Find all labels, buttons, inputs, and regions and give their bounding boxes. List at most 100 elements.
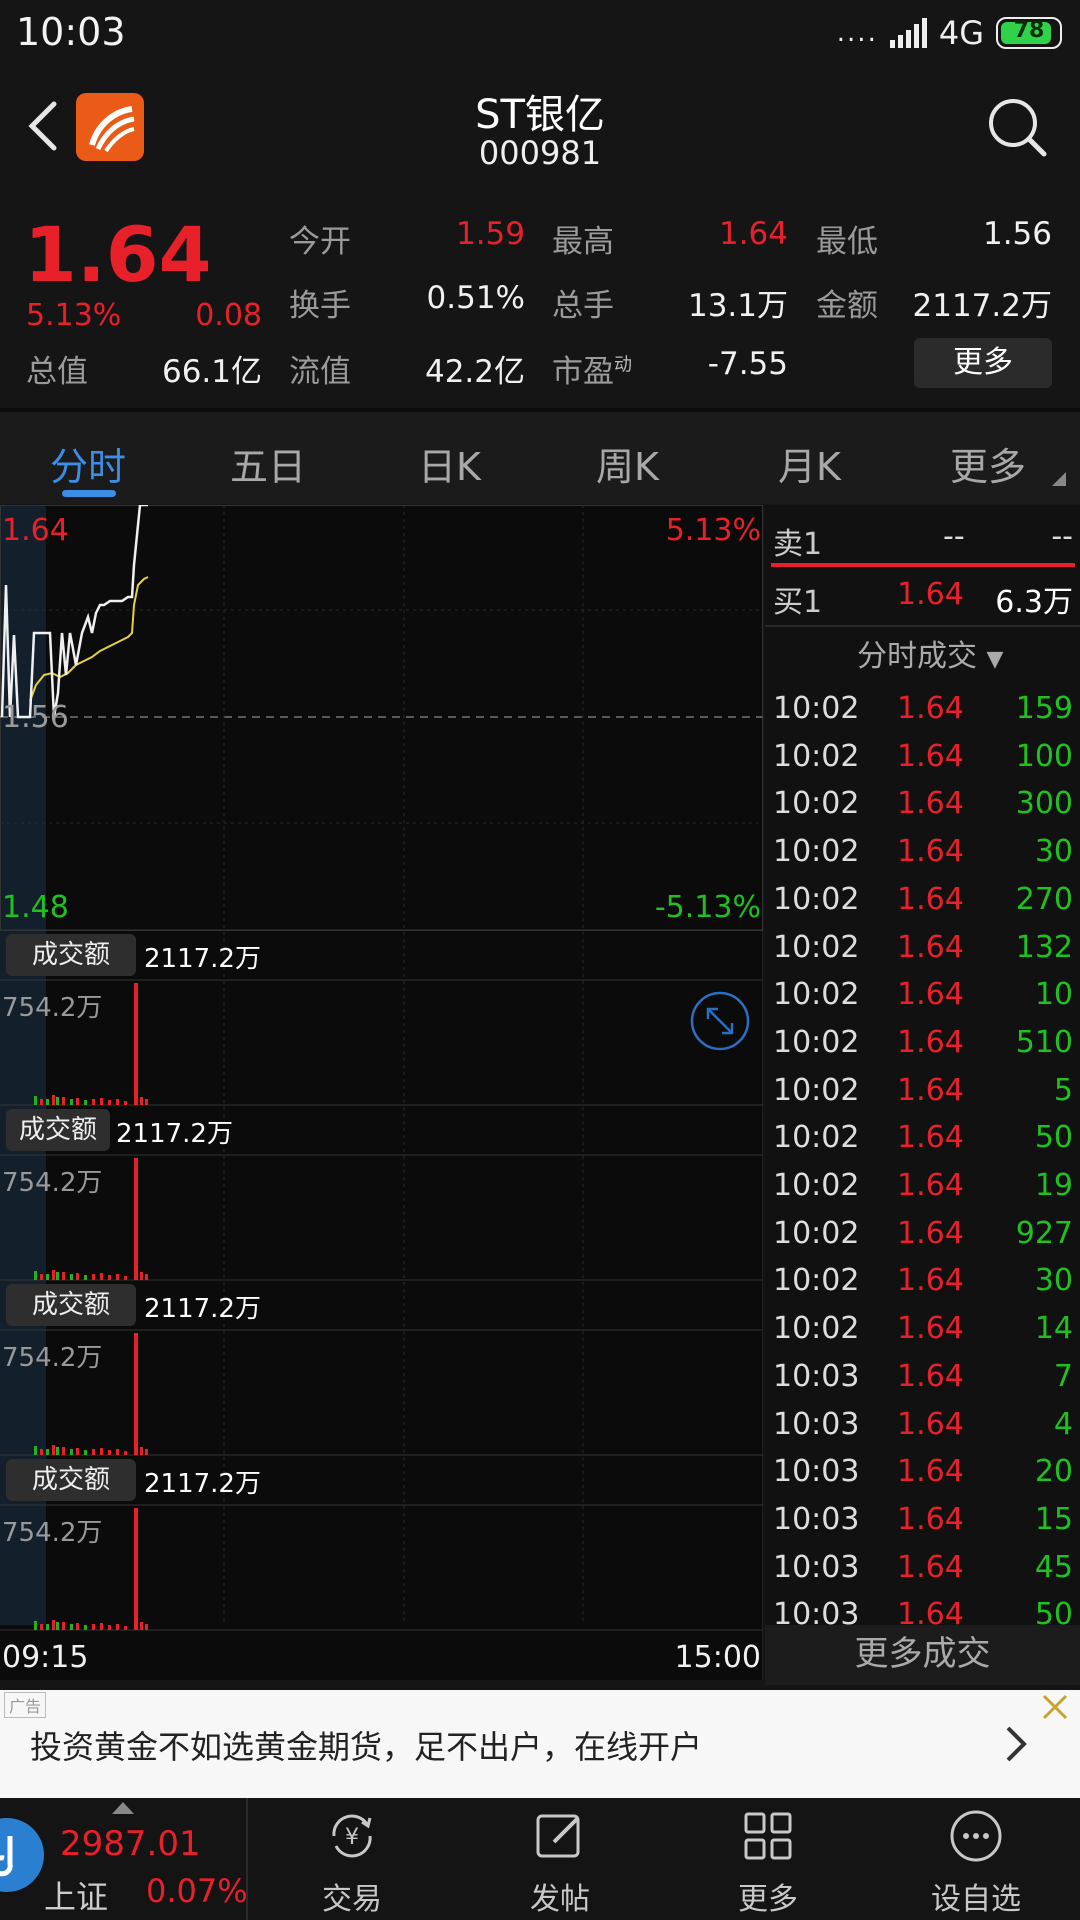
trade-price: 1.64: [897, 1024, 964, 1060]
pe-label: 市盈动: [552, 346, 632, 391]
ad-banner[interactable]: 广告 投资黄金不如选黄金期货，足不出户，在线开户: [0, 1690, 1080, 1798]
volume-indicator-button[interactable]: 成交额: [6, 934, 136, 976]
tab-more[interactable]: 更多: [950, 436, 1026, 491]
trade-row: 10:02 1.64 159: [773, 691, 1073, 735]
trade-price: 1.64: [897, 881, 964, 917]
buy1-row: 买1 1.64 6.3万: [773, 577, 1073, 621]
turnover-label: 换手: [289, 288, 351, 324]
volume-total: 2117.2万: [144, 1469, 261, 1499]
trade-volume: 159: [1015, 691, 1073, 726]
battery-level: 78: [1013, 18, 1045, 43]
trade-price: 1.64: [897, 1358, 964, 1394]
trade-row: 10:03 1.64 45: [773, 1550, 1073, 1594]
turnover-value: 0.51%: [426, 280, 525, 316]
index-name: 上证: [44, 1878, 109, 1916]
chart-canvas: [0, 505, 763, 1680]
low-value: 1.56: [982, 216, 1052, 252]
trade-volume: 132: [1015, 929, 1073, 965]
trade-row: 10:02 1.64 132: [773, 930, 1073, 974]
tab-intraday[interactable]: 分时: [50, 436, 126, 491]
trade-time: 10:02: [773, 691, 860, 726]
tab-daily-k[interactable]: 日K: [418, 436, 481, 491]
assistant-bubble-icon[interactable]: [0, 1818, 44, 1892]
status-indicators: .... 4G 78: [837, 14, 1062, 52]
trade-row: 10:03 1.64 7: [773, 1359, 1073, 1403]
trade-price: 1.64: [897, 738, 964, 774]
back-arrow-icon[interactable]: [24, 98, 64, 154]
trade-time: 10:02: [773, 1168, 860, 1203]
trade-time: 10:03: [773, 1406, 860, 1442]
last-price: 1.64: [24, 210, 212, 299]
grid-more-icon: [744, 1812, 792, 1860]
trade-volume: 15: [1034, 1501, 1073, 1537]
trade-time: 10:03: [773, 1454, 860, 1490]
volume-indicator-button[interactable]: 成交额: [6, 1284, 136, 1326]
trade-row: 10:03 1.64 4: [773, 1407, 1073, 1451]
change-percent: 5.13%: [26, 298, 122, 333]
expand-chart-icon[interactable]: [690, 991, 750, 1051]
signal-dots-icon: ....: [836, 18, 878, 48]
trade-row: 10:02 1.64 50: [773, 1120, 1073, 1164]
trade-volume: 20: [1034, 1454, 1073, 1490]
trade-price: 1.64: [897, 1168, 964, 1203]
index-pct: 0.07%: [146, 1872, 248, 1910]
nav-add-watchlist[interactable]: 设自选: [872, 1798, 1080, 1920]
trade-row: 10:02 1.64 19: [773, 1168, 1073, 1212]
volume-total: 2117.2万: [144, 944, 261, 974]
time-end-label: 15:00: [674, 1640, 761, 1675]
trade-time: 10:02: [773, 977, 860, 1013]
network-type: 4G: [938, 14, 984, 52]
change-amount: 0.08: [195, 298, 262, 333]
trade-volume: 30: [1034, 1263, 1073, 1299]
tab-monthly-k[interactable]: 月K: [778, 436, 841, 491]
search-icon[interactable]: [986, 96, 1048, 158]
trade-volume: 510: [1015, 1024, 1073, 1060]
more-trades-button[interactable]: 更多成交: [765, 1625, 1080, 1685]
pct-high-label: 5.13%: [665, 513, 761, 548]
app-logo-icon: [89, 106, 135, 153]
trade-price: 1.64: [897, 977, 964, 1013]
trades-header[interactable]: 分时成交 ▼: [857, 631, 1003, 675]
sell1-label: 卖1: [773, 527, 823, 562]
nav-trade-label: 交易: [322, 1882, 382, 1917]
tab-five-day[interactable]: 五日: [230, 436, 306, 491]
trade-volume: 30: [1034, 834, 1073, 870]
volume-max-label: 754.2万: [2, 1518, 103, 1548]
battery-icon: 78: [996, 17, 1062, 49]
price-low-label: 1.48: [2, 890, 69, 925]
signal-bars-icon: [889, 18, 927, 48]
quote-more-button[interactable]: 更多: [914, 338, 1052, 388]
market-cap-label: 总值: [26, 354, 88, 390]
intraday-chart[interactable]: 1.64 5.13% 1.56 1.48 -5.13% 成交额 2117.2万 …: [0, 505, 763, 1680]
active-tab-indicator: [62, 490, 116, 497]
trade-price: 1.64: [897, 786, 964, 822]
volume-max-label: 754.2万: [2, 1343, 103, 1373]
nav-trade[interactable]: ¥ 交易: [248, 1798, 456, 1920]
index-value: 2987.01: [60, 1824, 201, 1864]
volume-indicator-button[interactable]: 成交额: [6, 1459, 136, 1501]
sell1-row: 卖1 -- --: [773, 519, 1073, 563]
close-icon[interactable]: [1040, 1692, 1070, 1722]
trade-volume: 4: [1053, 1406, 1073, 1442]
amount-value: 2117.2万: [912, 288, 1052, 324]
trade-row: 10:03 1.64 15: [773, 1502, 1073, 1546]
nav-post[interactable]: 发帖: [456, 1798, 664, 1920]
price-panel-border: [0, 505, 763, 931]
nav-more[interactable]: 更多: [664, 1798, 872, 1920]
stock-name: ST银亿: [475, 92, 605, 138]
volume-indicator-button[interactable]: 成交额: [6, 1109, 110, 1151]
index-ticker[interactable]: 2987.01 上证 0.07%: [0, 1798, 248, 1920]
trades-header-label: 分时成交: [857, 639, 977, 674]
trade-panel: 卖1 -- -- 买1 1.64 6.3万 分时成交 ▼ 10:02 1.64 15…: [765, 505, 1080, 1685]
volume-panel-2: [0, 1154, 763, 1281]
volume-panel-4: [0, 1504, 763, 1631]
trade-row: 10:02 1.64 270: [773, 882, 1073, 926]
app-logo: [76, 93, 144, 161]
pct-low-label: -5.13%: [654, 890, 761, 925]
amount-label: 金额: [816, 288, 878, 324]
trade-row: 10:02 1.64 10: [773, 977, 1073, 1021]
total-volume-value: 13.1万: [687, 288, 788, 324]
tab-weekly-k[interactable]: 周K: [596, 436, 659, 491]
chart-tabs: 分时 五日 日K 周K 月K 更多: [0, 412, 1080, 504]
trade-row: 10:02 1.64 300: [773, 786, 1073, 830]
